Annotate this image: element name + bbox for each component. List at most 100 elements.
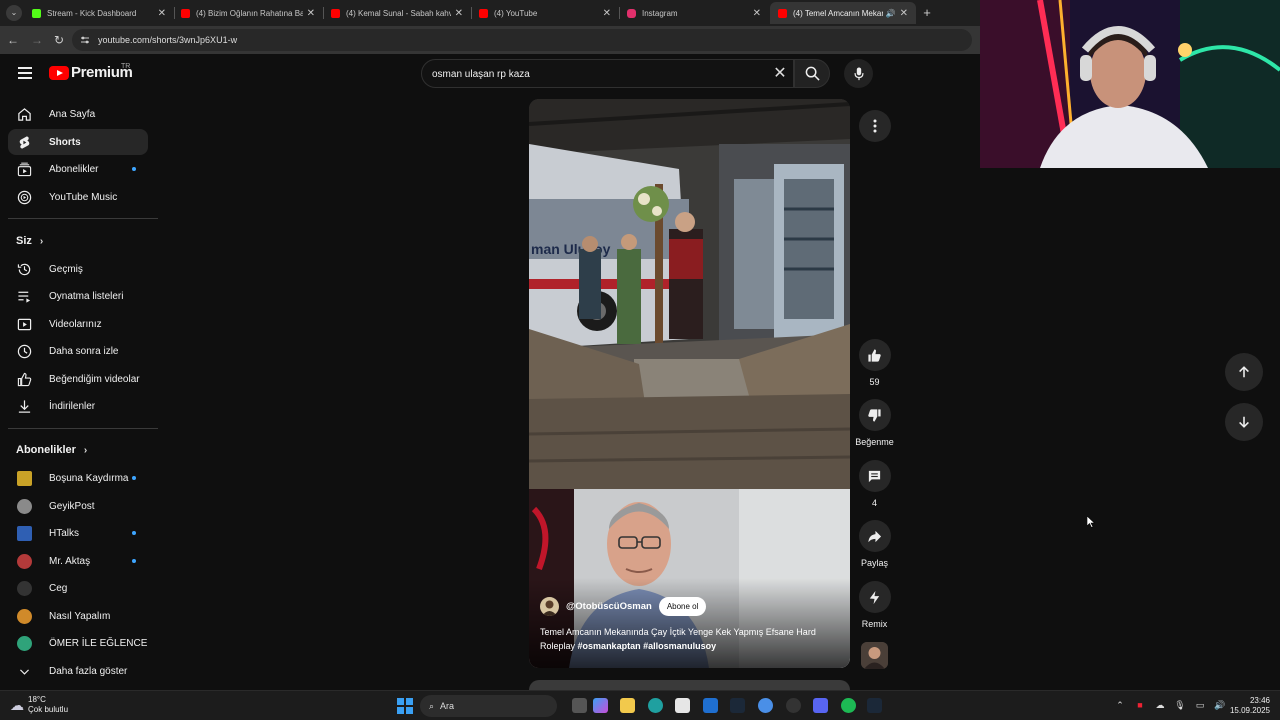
task-view-icon[interactable] [572, 698, 587, 713]
temperature: 18°C [28, 695, 46, 704]
obs-icon[interactable] [786, 698, 801, 713]
avatar [17, 470, 32, 486]
sidebar-show-more[interactable]: Daha fazla göster [8, 658, 148, 684]
steam-icon[interactable] [730, 698, 745, 713]
tab-close-icon[interactable]: ✕ [753, 8, 761, 19]
speaker-icon[interactable]: 🔊 [886, 9, 896, 18]
file-explorer-icon[interactable] [620, 698, 635, 713]
volume-icon[interactable]: 🔊 [1214, 699, 1226, 711]
sidebar-channel-omer-ile-eglence[interactable]: ÖMER İLE EĞLENCE [8, 630, 148, 656]
sidebar-item-your-videos[interactable]: Videolarınız [8, 311, 148, 337]
sidebar-item-subscriptions[interactable]: Abonelikler [8, 156, 148, 182]
spotify-icon[interactable] [841, 698, 856, 713]
dislike-button[interactable] [858, 399, 891, 431]
avatar [17, 608, 32, 624]
tab-kick-dashboard[interactable]: Stream - Kick Dashboard ✕ [24, 2, 174, 24]
arrow-down-icon [1239, 416, 1249, 428]
sidebar-channel-htalks[interactable]: HTalks [8, 520, 148, 546]
sidebar-channel-mr-aktas[interactable]: Mr. Aktaş [8, 548, 148, 574]
guide-menu-button[interactable] [16, 64, 34, 82]
discord-icon[interactable] [813, 698, 828, 713]
taskbar-clock[interactable]: 23:46 15.09.2025 [1226, 696, 1270, 716]
taskbar-search[interactable]: ⌕ Ara [420, 695, 557, 717]
youtube-premium-logo[interactable]: Premium TR [49, 63, 133, 81]
tab-close-icon[interactable]: ✕ [158, 8, 166, 19]
sidebar-channel-nasil-yapalim[interactable]: Nasıl Yapalım [8, 603, 148, 629]
sidebar-item-liked-videos[interactable]: Beğendiğim videolar [8, 366, 148, 392]
back-icon[interactable]: ← [6, 33, 20, 47]
next-short-preview[interactable] [529, 680, 850, 690]
youtube-play-logo-icon [49, 65, 69, 80]
tab-kemal-sunal[interactable]: (4) Kemal Sunal - Sabah kahvalt ✕ [323, 2, 471, 24]
sidebar-channel-geyikpost[interactable]: GeyikPost [8, 493, 148, 519]
voice-search-button[interactable] [844, 59, 873, 88]
tab-temel-amcanin[interactable]: (4) Temel Amcanın Mekanın 🔊 ✕ [770, 2, 916, 24]
copilot-icon[interactable] [593, 698, 608, 713]
sidebar-divider [8, 428, 158, 429]
reload-icon[interactable]: ↻ [52, 33, 66, 47]
youtube-favicon-icon [479, 8, 488, 18]
sidebar-item-watch-later[interactable]: Daha sonra izle [8, 338, 148, 364]
new-content-dot [132, 531, 136, 535]
sidebar-item-downloads[interactable]: İndirilenler [8, 393, 148, 419]
browser-address-bar: ← → ↻ youtube.com/shorts/3wnJp6XU1-w [0, 26, 980, 54]
monitor-icon[interactable]: ▭ [1194, 699, 1206, 711]
shorts-video-player[interactable]: man Ulusoy @OtobüscüOsman Abone ol Temel… [529, 99, 850, 668]
weather-condition: Çok bulutlu [28, 705, 69, 714]
like-button[interactable] [858, 339, 891, 371]
antivirus-icon[interactable]: ■ [1134, 699, 1146, 711]
weather-widget[interactable]: ☁ 18°C Çok bulutlu [10, 695, 68, 715]
tab-instagram[interactable]: Instagram ✕ [619, 2, 769, 24]
url-field[interactable]: youtube.com/shorts/3wnJp6XU1-w [72, 29, 972, 51]
tab-close-icon[interactable]: ✕ [603, 8, 611, 19]
sidebar-item-history[interactable]: Geçmiş [8, 256, 148, 282]
chrome-icon[interactable] [758, 698, 773, 713]
clear-search-icon[interactable]: ✕ [770, 64, 790, 84]
sidebar-item-home[interactable]: Ana Sayfa [8, 101, 148, 127]
search-input[interactable] [432, 66, 762, 82]
remix-button[interactable] [858, 581, 891, 613]
comment-count: 4 [871, 498, 877, 508]
sidebar-section-subscriptions[interactable]: Abonelikler › [16, 444, 87, 456]
sound-thumbnail[interactable] [861, 642, 888, 669]
comments-button[interactable] [858, 460, 891, 492]
cloud-icon[interactable]: ☁ [1154, 699, 1166, 711]
avatar [17, 553, 32, 569]
more-vert-icon [873, 119, 877, 133]
sidebar-section-you[interactable]: Siz › [16, 235, 43, 247]
tab-close-icon[interactable]: ✕ [900, 8, 908, 19]
microphone-icon[interactable]: 🎙 [1174, 699, 1186, 711]
tab-close-icon[interactable]: ✕ [455, 8, 463, 19]
site-info-icon[interactable] [80, 35, 90, 45]
url-text: youtube.com/shorts/3wnJp6XU1-w [98, 35, 238, 45]
sidebar-item-youtube-music[interactable]: YouTube Music [8, 184, 148, 210]
dislike-action: Beğenme [855, 399, 894, 447]
steam-icon[interactable] [867, 698, 882, 713]
outlook-icon[interactable] [703, 698, 718, 713]
sidebar-channel-ceg[interactable]: Ceg [8, 575, 148, 601]
search-button[interactable] [794, 59, 830, 88]
sidebar-item-shorts[interactable]: Shorts [8, 129, 148, 155]
tab-bizim-oglanin[interactable]: (4) Bizim Oğlanın Rahatına Bak ✕ [173, 2, 323, 24]
new-tab-icon[interactable]: + [920, 6, 934, 20]
short-title[interactable]: Temel Amcanın Mekanında Çay İçtik Yenge … [540, 625, 840, 653]
forward-icon[interactable]: → [30, 33, 44, 47]
tab-youtube[interactable]: (4) YouTube ✕ [471, 2, 619, 24]
channel-avatar[interactable] [540, 597, 559, 616]
store-icon[interactable] [675, 698, 690, 713]
edge-icon[interactable] [648, 698, 663, 713]
more-options-button[interactable] [859, 110, 891, 142]
tab-search-icon[interactable]: ⌄ [6, 5, 22, 21]
start-button[interactable] [397, 698, 413, 714]
sidebar: Ana Sayfa Shorts Abonelikler YouTube Mus… [0, 98, 160, 688]
tab-close-icon[interactable]: ✕ [307, 8, 315, 19]
previous-short-button[interactable] [1225, 353, 1263, 391]
channel-name[interactable]: @OtobüscüOsman [566, 601, 652, 612]
next-short-button[interactable] [1225, 403, 1263, 441]
chevron-up-icon[interactable]: ⌃ [1114, 699, 1126, 711]
sidebar-channel-bosuna-kaydirma[interactable]: Boşuna Kaydırma [8, 465, 148, 491]
subscribe-button[interactable]: Abone ol [658, 597, 707, 616]
sidebar-item-playlists[interactable]: Oynatma listeleri [8, 283, 148, 309]
hashtags[interactable]: #osmankaptan #allosmanulusoy [578, 641, 717, 651]
share-button[interactable] [858, 520, 891, 552]
